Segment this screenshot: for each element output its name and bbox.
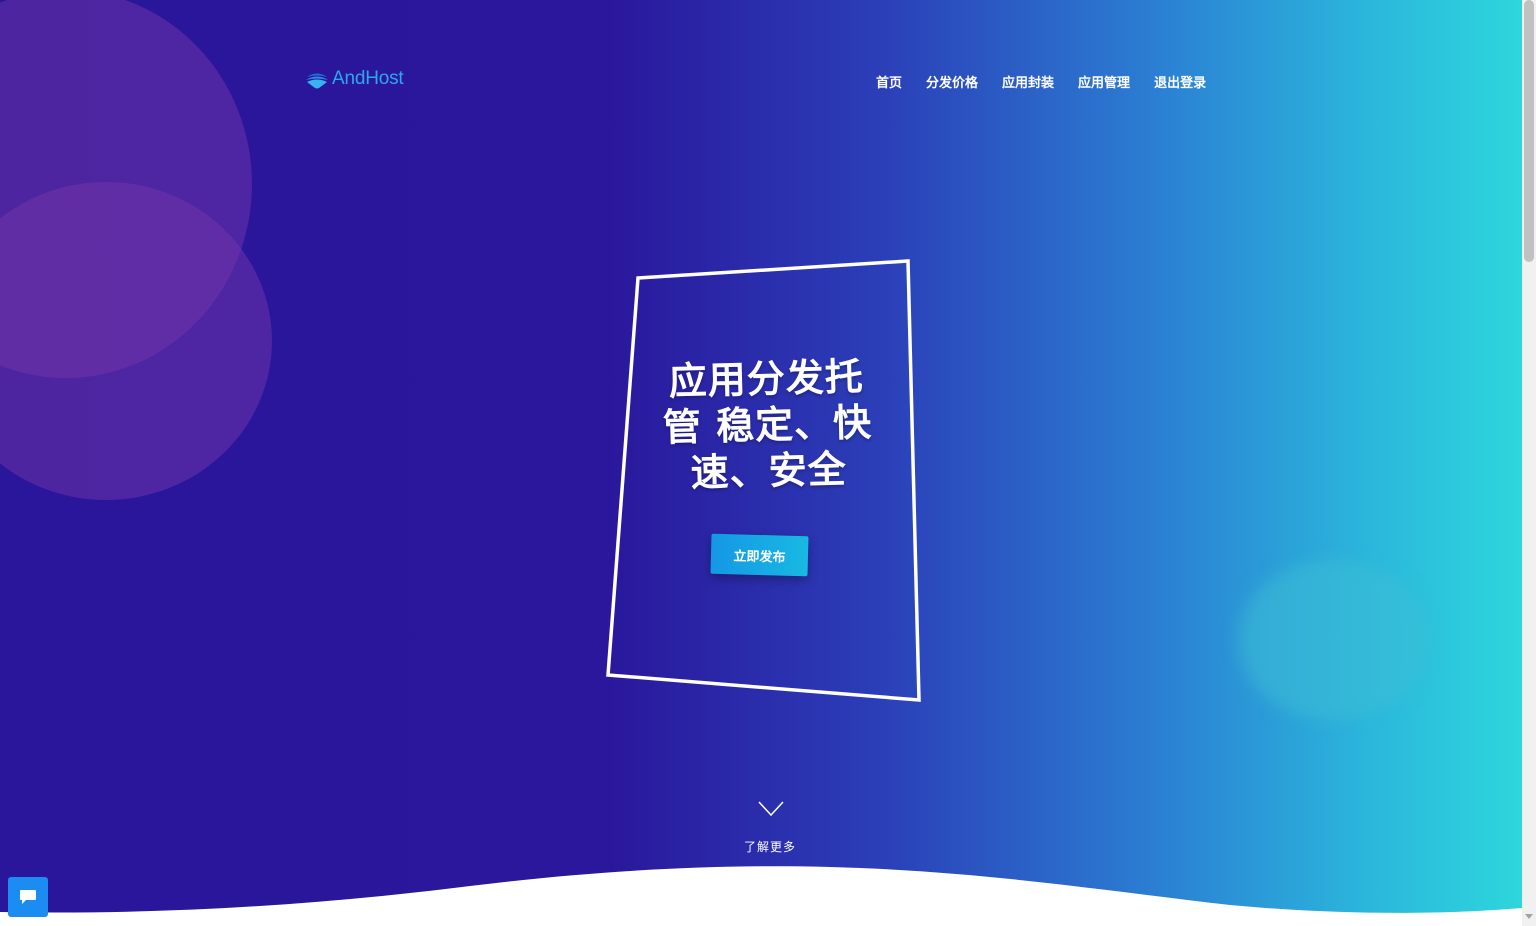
- chat-bubble-icon: [20, 890, 36, 904]
- chevron-down-icon[interactable]: [757, 800, 785, 818]
- hero-title-line-3: 速、安全: [690, 446, 848, 496]
- hero-title-line-1: 应用分发托: [668, 354, 865, 404]
- hero-title: 应用分发托 管 稳定、快 速、安全: [653, 353, 882, 497]
- publish-now-button[interactable]: 立即发布: [710, 533, 809, 577]
- chat-button[interactable]: [8, 877, 48, 917]
- scrollbar-thumb[interactable]: [1524, 0, 1534, 262]
- scroll-down-arrow-icon[interactable]: [1525, 914, 1533, 919]
- hero-section: AndHost 首页 分发价格 应用封装 应用管理 退出登录 应用分发托 管 稳…: [0, 0, 1522, 926]
- page: AndHost 首页 分发价格 应用封装 应用管理 退出登录 应用分发托 管 稳…: [0, 0, 1536, 926]
- hero-title-line-2: 管 稳定、快: [662, 400, 873, 450]
- wave-divider: [0, 866, 1522, 926]
- scrollbar[interactable]: [1522, 0, 1536, 926]
